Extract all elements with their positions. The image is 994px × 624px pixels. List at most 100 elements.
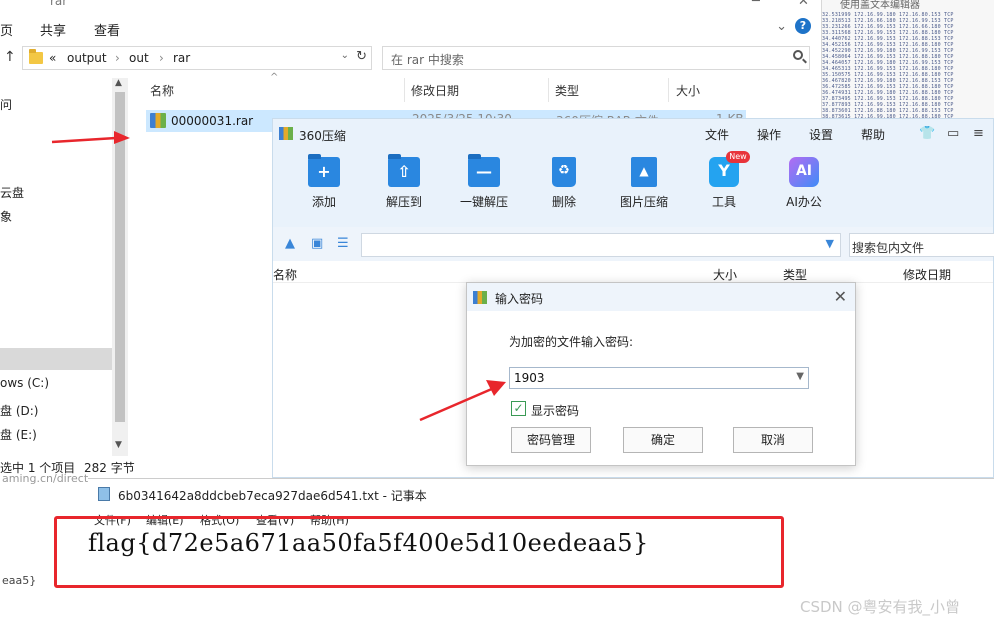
folder-icon <box>29 49 43 64</box>
tool-tools-button[interactable]: Y 工具 <box>689 157 759 217</box>
ribbon-tab-view[interactable]: 查看 <box>94 20 120 39</box>
archive-path-input[interactable]: ▼ <box>361 233 841 257</box>
ribbon-expand-icon[interactable]: ⌄ <box>776 19 787 34</box>
view-icon[interactable]: ▣ <box>311 236 323 251</box>
cancel-button[interactable]: 取消 <box>733 427 813 453</box>
archiver-title: 360压缩 <box>299 129 346 143</box>
watermark: CSDN @粤安有我_小曾 <box>800 598 961 616</box>
archive-search-placeholder: 搜索包内文件 <box>852 241 925 255</box>
show-password-checkbox[interactable]: ✓ <box>511 401 526 416</box>
nav-item-drive-e[interactable]: 盘 (E:) <box>0 426 37 443</box>
tool-delete-label: 删除 <box>551 195 576 209</box>
archiver-toolbar-area: 360压缩 文件 操作 设置 帮助 👕 ▭ ≡ + 添加 ⇧ 解压到 — 一键解… <box>273 119 993 227</box>
column-header-date[interactable]: 修改日期 <box>411 82 459 99</box>
password-manager-button[interactable]: 密码管理 <box>511 427 591 453</box>
image-compress-icon: ▲ <box>631 157 657 187</box>
delete-bin-icon: ♻ <box>552 157 576 187</box>
skin-shirt-icon[interactable]: 👕 <box>919 126 935 141</box>
list-view-icon[interactable]: ☰ <box>337 236 349 251</box>
tool-extract-to-label: 解压到 <box>385 195 422 209</box>
scroll-up-icon[interactable]: ▲ <box>115 78 122 88</box>
column-header-type[interactable]: 类型 <box>555 82 579 99</box>
tool-one-click-extract-label: 一键解压 <box>459 195 508 209</box>
nav-item[interactable]: 问 <box>0 96 12 113</box>
password-prompt: 为加密的文件输入密码: <box>509 335 634 349</box>
extract-to-icon: ⇧ <box>388 154 420 187</box>
nav-selection <box>0 348 112 370</box>
red-arrow-to-file <box>51 131 130 144</box>
password-dialog-titlebar: 输入密码 ✕ <box>467 283 855 311</box>
tool-ai-office-button[interactable]: AI AI办公 <box>769 157 839 217</box>
breadcrumb-rar[interactable]: rar <box>173 51 190 65</box>
background-editor-title: 使用盖文本编辑器 <box>840 0 920 11</box>
password-value: 1903 <box>514 371 545 385</box>
archive-col-size[interactable]: 大小 <box>713 266 737 283</box>
close-icon[interactable]: ✕ <box>798 0 809 9</box>
menu-file[interactable]: 文件 <box>705 126 729 143</box>
breadcrumb-separator-icon: › <box>115 51 120 65</box>
show-password-label[interactable]: 显示密码 <box>531 402 579 419</box>
nav-item-drive-d[interactable]: 盘 (D:) <box>0 402 38 419</box>
refresh-icon[interactable]: ↻ <box>356 49 367 64</box>
archive-col-date[interactable]: 修改日期 <box>903 266 951 283</box>
up-arrow-icon[interactable]: ↑ <box>4 49 16 65</box>
column-divider[interactable] <box>404 78 405 102</box>
column-header-size[interactable]: 大小 <box>676 82 700 99</box>
archiver-nav-row: ▲ ▣ ☰ ▼ 搜索包内文件 <box>273 227 994 261</box>
search-icon[interactable] <box>793 50 803 60</box>
fragment-url: aming.cn/direct <box>2 472 89 485</box>
nav-item-objects[interactable]: 象 <box>0 208 12 225</box>
archive-col-type[interactable]: 类型 <box>783 266 807 283</box>
minimize-icon[interactable]: ─ <box>752 0 760 9</box>
explorer-window-title: rar <box>50 0 68 8</box>
address-bar[interactable]: « output › out › rar ⌄ ↻ <box>22 46 372 70</box>
breadcrumb-separator-icon: › <box>159 51 164 65</box>
breadcrumb-out[interactable]: out <box>129 51 149 65</box>
nav-item-cloud[interactable]: 云盘 <box>0 184 24 201</box>
breadcrumb-output[interactable]: output <box>67 51 107 65</box>
help-icon[interactable]: ? <box>795 18 811 34</box>
archive-list-header: 名称 大小 类型 修改日期 <box>273 261 993 283</box>
menu-lines-icon[interactable]: ≡ <box>973 126 984 141</box>
menu-settings[interactable]: 设置 <box>809 126 833 143</box>
status-size: 282 字节 <box>84 461 135 475</box>
path-dropdown-icon[interactable]: ▼ <box>826 237 834 250</box>
rar-file-icon <box>150 113 166 128</box>
tool-one-click-extract-button[interactable]: — 一键解压 <box>449 154 519 217</box>
feedback-icon[interactable]: ▭ <box>947 126 959 141</box>
menu-help[interactable]: 帮助 <box>861 126 885 143</box>
column-divider[interactable] <box>548 78 549 102</box>
ribbon-tab-page[interactable]: 页 <box>0 20 13 39</box>
ok-button[interactable]: 确定 <box>623 427 703 453</box>
address-row: ↑ « output › out › rar ⌄ ↻ 在 rar 中搜索 <box>0 44 821 72</box>
flag-highlight-box <box>54 516 784 588</box>
breadcrumb-overflow[interactable]: « <box>49 51 56 65</box>
tool-image-compress-button[interactable]: ▲ 图片压缩 <box>609 157 679 217</box>
archive-col-name[interactable]: 名称 <box>273 266 297 283</box>
password-dialog: 输入密码 ✕ 为加密的文件输入密码: 1903 ▼ ✓ 显示密码 密码管理 确定… <box>466 282 856 466</box>
scroll-down-icon[interactable]: ▼ <box>115 440 122 450</box>
up-level-icon[interactable]: ▲ <box>285 236 295 251</box>
notepad-title: 6b0341642a8ddcbeb7eca927dae6d541.txt - 记… <box>118 489 427 503</box>
column-header-name[interactable]: 名称 <box>150 82 174 99</box>
tool-extract-to-button[interactable]: ⇧ 解压到 <box>369 154 439 217</box>
ribbon-tab-share[interactable]: 共享 <box>40 20 66 39</box>
explorer-search-placeholder: 在 rar 中搜索 <box>391 53 464 67</box>
archive-search-input[interactable]: 搜索包内文件 <box>849 233 994 257</box>
notepad-icon <box>98 487 110 501</box>
tool-ai-office-label: AI办公 <box>786 195 822 209</box>
address-dropdown-icon[interactable]: ⌄ <box>341 50 349 61</box>
explorer-search-input[interactable]: 在 rar 中搜索 <box>382 46 810 70</box>
tool-add-label: 添加 <box>311 195 336 209</box>
menu-operate[interactable]: 操作 <box>757 126 781 143</box>
password-dropdown-icon[interactable]: ▼ <box>796 371 804 382</box>
tool-delete-button[interactable]: ♻ 删除 <box>529 157 599 217</box>
column-divider[interactable] <box>668 78 669 102</box>
ai-office-icon: AI <box>789 157 819 187</box>
add-folder-icon: + <box>308 154 340 187</box>
password-input[interactable]: 1903 ▼ <box>509 367 809 389</box>
nav-item-drive-c[interactable]: ows (C:) <box>0 376 49 390</box>
tool-tools-label: 工具 <box>711 195 736 209</box>
close-icon[interactable]: ✕ <box>834 287 847 306</box>
tool-add-button[interactable]: + 添加 <box>289 154 359 217</box>
